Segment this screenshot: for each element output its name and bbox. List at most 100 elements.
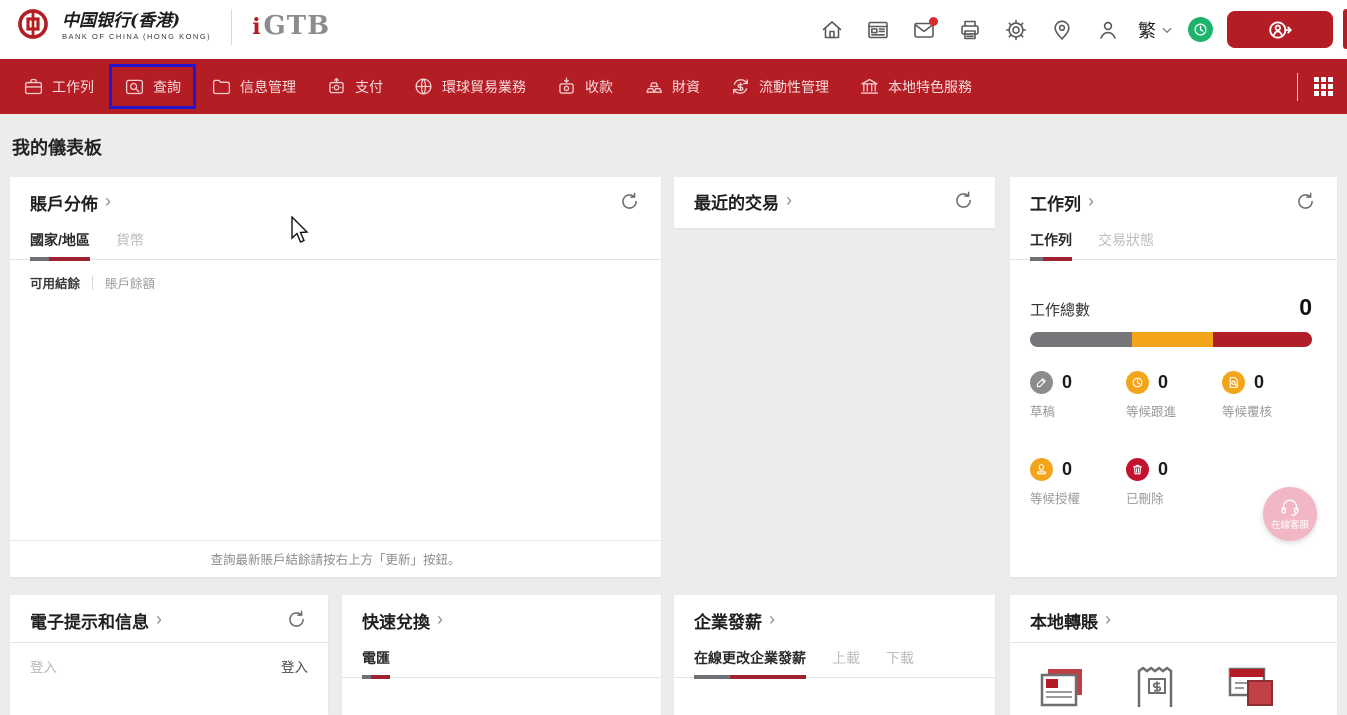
bank-name: 中国银行(香港) BANK OF CHINA (HONG KONG) <box>62 12 211 41</box>
search-folder-icon <box>124 76 145 97</box>
nav-label: 環球貿易業務 <box>442 77 526 97</box>
card-title-text: 賬戶分佈 <box>30 190 98 215</box>
tasklist-title[interactable]: 工作列 › <box>1030 190 1094 215</box>
page-title: 我的儀表板 <box>12 134 102 160</box>
recent-transactions-title[interactable]: 最近的交易 › <box>694 189 792 214</box>
payroll-title[interactable]: 企業發薪 › <box>694 608 775 633</box>
stat-draft[interactable]: 0 草稿 <box>1030 371 1126 420</box>
nav-label: 支付 <box>355 77 383 97</box>
edge-red-sliver <box>1343 9 1347 49</box>
location-pin-icon[interactable] <box>1046 14 1078 46</box>
stat-pending-followup[interactable]: 0 等候跟進 <box>1126 371 1222 420</box>
settings-gear-icon[interactable] <box>1000 14 1032 46</box>
nav-item-information[interactable]: 信息管理 <box>196 64 311 109</box>
legend-divider <box>92 276 93 290</box>
nav-item-tasklist[interactable]: 工作列 <box>8 64 109 109</box>
stat-deleted[interactable]: 0 已刪除 <box>1126 458 1222 507</box>
apps-grid-icon[interactable] <box>1314 77 1333 96</box>
nav-item-payments[interactable]: 支付 <box>311 64 398 109</box>
tab-currency[interactable]: 貨幣 <box>116 224 144 259</box>
brand-area: 中国银行(香港) BANK OF CHINA (HONG KONG) i GTB <box>16 7 330 46</box>
refresh-button[interactable] <box>953 190 977 214</box>
tab-tasklist[interactable]: 工作列 <box>1030 224 1072 259</box>
liquidity-icon <box>730 76 751 97</box>
tab-online-change-payroll[interactable]: 在線更改企業發薪 <box>694 642 806 677</box>
stat-count: 0 <box>1062 372 1072 393</box>
profile-icon[interactable] <box>1092 14 1124 46</box>
pencil-icon <box>1030 371 1053 394</box>
browser-windows-icon[interactable] <box>1226 665 1276 709</box>
chevron-right-icon: › <box>786 190 792 211</box>
refresh-hint-note: 查詢最新賬戶結餘請按右上方「更新」按鈕。 <box>10 540 661 577</box>
tab-label: 交易狀態 <box>1098 232 1154 248</box>
tab-telegraphic-transfer[interactable]: 電匯 <box>362 642 390 677</box>
stat-label: 草稿 <box>1030 401 1126 420</box>
brand-divider <box>231 9 232 45</box>
legend-account-balance[interactable]: 賬戶餘額 <box>105 273 155 292</box>
workspace-icon[interactable] <box>862 14 894 46</box>
tab-label: 上載 <box>832 650 860 666</box>
local-transfer-title[interactable]: 本地轉賬 › <box>1030 608 1111 633</box>
nav-item-local-services[interactable]: 本地特色服務 <box>844 64 987 109</box>
chevron-right-icon: › <box>437 609 443 630</box>
support-label: 在線客服 <box>1271 517 1309 531</box>
logout-button[interactable] <box>1227 11 1333 48</box>
nav-item-collections[interactable]: 收款 <box>541 64 628 109</box>
tab-country-region[interactable]: 國家/地區 <box>30 224 90 259</box>
quick-fx-title[interactable]: 快速兌換 › <box>362 608 443 633</box>
refresh-button[interactable] <box>286 609 310 633</box>
tab-label: 貨幣 <box>116 232 144 248</box>
tab-label: 在線更改企業發薪 <box>694 650 806 666</box>
login-link[interactable]: 登入 <box>281 656 308 676</box>
printer-icon[interactable] <box>954 14 986 46</box>
mail-icon[interactable] <box>908 14 940 46</box>
language-label: 繁 <box>1138 17 1156 43</box>
online-support-button[interactable]: 在線客服 <box>1263 487 1317 541</box>
nav-label: 工作列 <box>52 77 94 97</box>
stamp-icon <box>1030 458 1053 481</box>
documents-stack-icon[interactable] <box>1038 665 1088 709</box>
nav-item-treasury[interactable]: 財資 <box>628 64 715 109</box>
legend-available-balance[interactable]: 可用結餘 <box>30 273 80 292</box>
tab-download[interactable]: 下載 <box>886 642 914 677</box>
language-selector[interactable]: 繁 <box>1138 17 1174 43</box>
account-distribution-title[interactable]: 賬戶分佈 › <box>30 190 111 215</box>
refresh-button[interactable] <box>1295 191 1319 215</box>
stat-pending-authorisation[interactable]: 0 等候授權 <box>1030 458 1126 507</box>
mail-notification-dot <box>929 17 938 26</box>
stat-label: 等候授權 <box>1030 488 1126 507</box>
total-tasks-label: 工作總數 <box>1030 299 1090 320</box>
nav-label: 查詢 <box>153 77 181 97</box>
tab-label: 國家/地區 <box>30 232 90 248</box>
bank-name-zh: 中国银行(香港) <box>62 12 211 31</box>
top-header: 中国银行(香港) BANK OF CHINA (HONG KONG) i GTB <box>0 0 1347 59</box>
nav-item-global-trade[interactable]: 環球貿易業務 <box>398 64 541 109</box>
tab-label: 下載 <box>886 650 914 666</box>
account-distribution-card: 賬戶分佈 › 國家/地區 貨幣 可用結餘 賬戶餘額 查詢最新賬戶結餘請按右上方「… <box>10 177 661 577</box>
tasklist-tabs: 工作列 交易狀態 <box>1010 224 1337 260</box>
nav-label: 流動性管理 <box>759 77 829 97</box>
receipt-icon[interactable] <box>1132 665 1182 709</box>
e-alerts-title[interactable]: 電子提示和信息 › <box>30 608 162 633</box>
tab-upload[interactable]: 上載 <box>832 642 860 677</box>
card-title-text: 本地轉賬 <box>1030 608 1098 633</box>
payroll-tabs: 在線更改企業發薪 上載 下載 <box>674 642 995 678</box>
headset-icon <box>1280 498 1300 516</box>
igtb-logo: i GTB <box>252 15 330 38</box>
login-column-label: 登入 <box>30 656 57 676</box>
globe-icon <box>413 76 434 97</box>
boc-emblem-icon <box>16 7 50 46</box>
total-tasks-value: 0 <box>1299 294 1312 321</box>
card-title-text: 企業發薪 <box>694 608 762 633</box>
local-transfer-card: 本地轉賬 › <box>1010 595 1337 715</box>
session-timer-avatar[interactable] <box>1188 17 1213 42</box>
refresh-button[interactable] <box>619 191 643 215</box>
tab-transaction-status[interactable]: 交易狀態 <box>1098 224 1154 259</box>
stat-label: 等候跟進 <box>1126 401 1222 420</box>
chevron-right-icon: › <box>769 609 775 630</box>
stat-pending-review[interactable]: 0 等候覆核 <box>1222 371 1312 420</box>
nav-item-enquiry[interactable]: 查詢 <box>109 64 196 109</box>
nav-item-liquidity[interactable]: 流動性管理 <box>715 64 844 109</box>
document-review-icon <box>1222 371 1245 394</box>
home-icon[interactable] <box>816 14 848 46</box>
